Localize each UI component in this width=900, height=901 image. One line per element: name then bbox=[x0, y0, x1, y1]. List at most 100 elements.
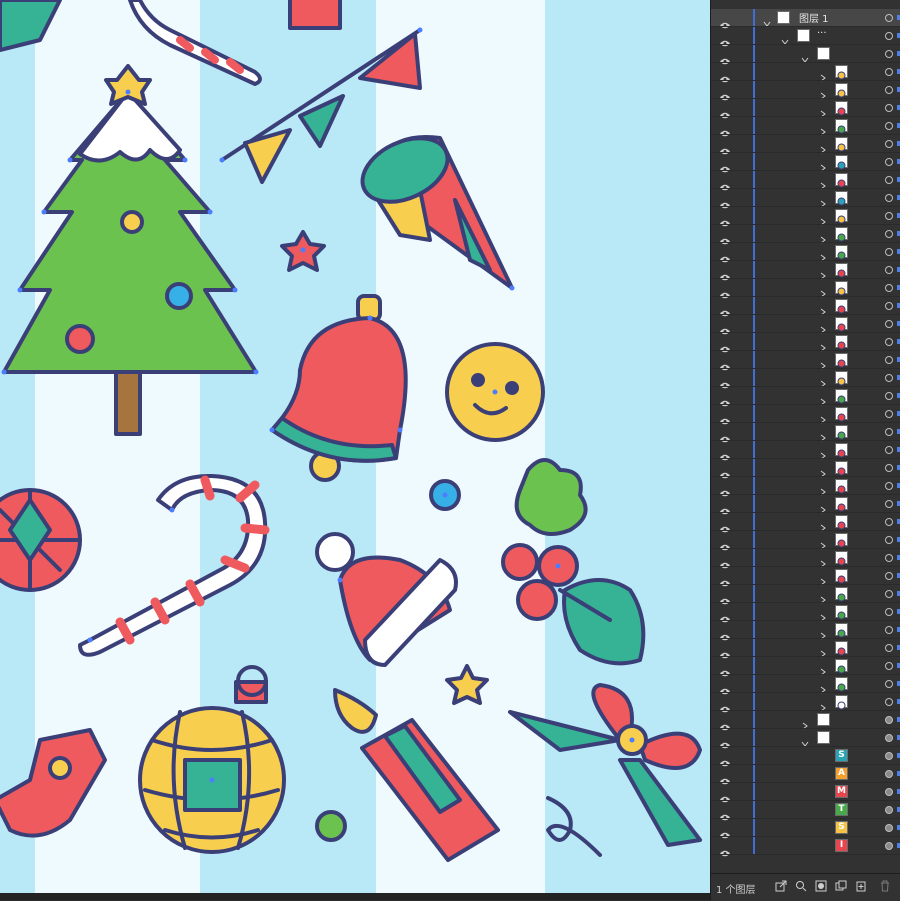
chevron-down-icon[interactable] bbox=[781, 31, 789, 45]
target-circle-icon[interactable] bbox=[885, 680, 893, 688]
layer-row[interactable]: ... bbox=[711, 25, 900, 47]
target-circle-icon[interactable] bbox=[885, 500, 893, 508]
chevron-right-icon[interactable] bbox=[819, 85, 827, 100]
chevron-right-icon[interactable] bbox=[819, 247, 827, 262]
chevron-right-icon[interactable] bbox=[819, 571, 827, 586]
layer-row[interactable] bbox=[711, 135, 900, 155]
target-circle-icon[interactable] bbox=[885, 446, 893, 454]
target-circle-icon[interactable] bbox=[885, 842, 893, 850]
visibility-eye-icon[interactable] bbox=[720, 734, 730, 749]
sublayer-name[interactable]: ... bbox=[817, 25, 827, 36]
target-circle-icon[interactable] bbox=[885, 140, 893, 148]
visibility-eye-icon[interactable] bbox=[720, 680, 730, 695]
layer-name[interactable]: 图层 1 bbox=[799, 10, 829, 25]
visibility-eye-icon[interactable] bbox=[720, 284, 730, 299]
layer-row[interactable] bbox=[711, 621, 900, 641]
layer-row[interactable] bbox=[711, 351, 900, 371]
target-circle-icon[interactable] bbox=[885, 104, 893, 112]
visibility-eye-icon[interactable] bbox=[720, 104, 730, 119]
chevron-down-icon[interactable] bbox=[763, 13, 771, 27]
visibility-eye-icon[interactable] bbox=[720, 554, 730, 569]
search-icon[interactable] bbox=[795, 880, 807, 892]
visibility-eye-icon[interactable] bbox=[720, 374, 730, 389]
chevron-right-icon[interactable] bbox=[819, 157, 827, 172]
visibility-eye-icon[interactable] bbox=[720, 824, 730, 839]
layer-row[interactable] bbox=[711, 153, 900, 173]
layer-row[interactable] bbox=[711, 297, 900, 317]
target-circle-icon[interactable] bbox=[885, 68, 893, 76]
visibility-eye-icon[interactable] bbox=[720, 14, 730, 29]
layer-row[interactable] bbox=[711, 711, 900, 731]
visibility-eye-icon[interactable] bbox=[720, 356, 730, 371]
target-circle-icon[interactable] bbox=[885, 716, 893, 724]
layer-row[interactable] bbox=[711, 693, 900, 713]
visibility-eye-icon[interactable] bbox=[720, 248, 730, 263]
target-circle-icon[interactable] bbox=[885, 212, 893, 220]
visibility-eye-icon[interactable] bbox=[720, 644, 730, 659]
chevron-right-icon[interactable] bbox=[819, 481, 827, 496]
target-circle-icon[interactable] bbox=[885, 608, 893, 616]
target-circle-icon[interactable] bbox=[885, 374, 893, 382]
layer-row[interactable] bbox=[711, 63, 900, 83]
chevron-right-icon[interactable] bbox=[819, 625, 827, 640]
layer-row[interactable] bbox=[711, 531, 900, 551]
target-circle-icon[interactable] bbox=[885, 356, 893, 364]
chevron-right-icon[interactable] bbox=[819, 265, 827, 280]
layer-row[interactable]: S bbox=[711, 747, 900, 767]
target-circle-icon[interactable] bbox=[885, 572, 893, 580]
layer-row[interactable]: I bbox=[711, 837, 900, 857]
chevron-right-icon[interactable] bbox=[819, 535, 827, 550]
layer-row[interactable] bbox=[711, 45, 900, 65]
target-circle-icon[interactable] bbox=[885, 158, 893, 166]
target-circle-icon[interactable] bbox=[885, 122, 893, 130]
layer-row[interactable] bbox=[711, 387, 900, 407]
visibility-eye-icon[interactable] bbox=[720, 428, 730, 443]
target-circle-icon[interactable] bbox=[885, 770, 893, 778]
visibility-eye-icon[interactable] bbox=[720, 320, 730, 335]
layer-row[interactable] bbox=[711, 657, 900, 677]
layer-row[interactable] bbox=[711, 117, 900, 137]
layer-row[interactable] bbox=[711, 495, 900, 515]
target-circle-icon[interactable] bbox=[885, 536, 893, 544]
chevron-right-icon[interactable] bbox=[819, 121, 827, 136]
layer-row[interactable] bbox=[711, 279, 900, 299]
visibility-eye-icon[interactable] bbox=[720, 752, 730, 767]
chevron-right-icon[interactable] bbox=[819, 589, 827, 604]
chevron-right-icon[interactable] bbox=[819, 553, 827, 568]
visibility-eye-icon[interactable] bbox=[720, 464, 730, 479]
layer-row[interactable] bbox=[711, 369, 900, 389]
target-circle-icon[interactable] bbox=[885, 518, 893, 526]
chevron-right-icon[interactable] bbox=[801, 715, 809, 730]
layer-row[interactable] bbox=[711, 405, 900, 425]
visibility-eye-icon[interactable] bbox=[720, 446, 730, 461]
visibility-eye-icon[interactable] bbox=[720, 338, 730, 353]
target-circle-icon[interactable] bbox=[885, 338, 893, 346]
layer-row[interactable] bbox=[711, 333, 900, 353]
target-circle-icon[interactable] bbox=[885, 266, 893, 274]
chevron-right-icon[interactable] bbox=[819, 337, 827, 352]
visibility-eye-icon[interactable] bbox=[720, 590, 730, 605]
visibility-eye-icon[interactable] bbox=[720, 536, 730, 551]
layer-row[interactable] bbox=[711, 549, 900, 569]
layer-row[interactable] bbox=[711, 315, 900, 335]
visibility-eye-icon[interactable] bbox=[720, 32, 730, 47]
visibility-eye-icon[interactable] bbox=[720, 68, 730, 83]
gift-box[interactable] bbox=[288, 0, 342, 30]
layer-row[interactable] bbox=[711, 81, 900, 101]
chevron-right-icon[interactable] bbox=[819, 607, 827, 622]
layer-row[interactable] bbox=[711, 729, 900, 749]
visibility-eye-icon[interactable] bbox=[720, 302, 730, 317]
chevron-right-icon[interactable] bbox=[819, 463, 827, 478]
target-circle-icon[interactable] bbox=[885, 662, 893, 670]
chevron-right-icon[interactable] bbox=[819, 499, 827, 514]
layer-row[interactable]: 图层 1 bbox=[711, 9, 900, 29]
visibility-eye-icon[interactable] bbox=[720, 392, 730, 407]
target-circle-icon[interactable] bbox=[885, 248, 893, 256]
chevron-right-icon[interactable] bbox=[819, 517, 827, 532]
horizontal-scrollbar[interactable] bbox=[0, 893, 710, 900]
target-circle-icon[interactable] bbox=[885, 590, 893, 598]
visibility-eye-icon[interactable] bbox=[720, 662, 730, 677]
layer-row[interactable] bbox=[711, 513, 900, 533]
target-circle-icon[interactable] bbox=[885, 176, 893, 184]
target-circle-icon[interactable] bbox=[885, 392, 893, 400]
